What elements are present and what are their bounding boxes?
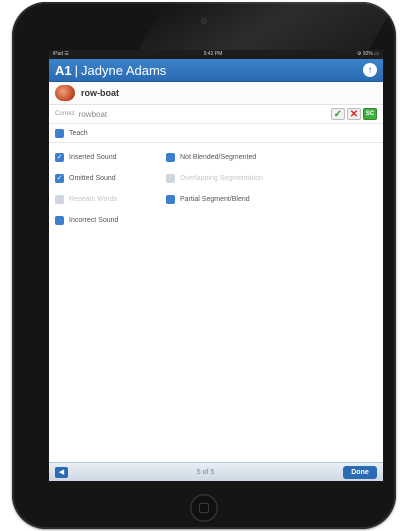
word-row: row-boat [49, 82, 383, 105]
teach-checkbox[interactable] [55, 128, 64, 138]
self-correct-label: SC [365, 111, 375, 117]
not-blended-checkbox[interactable] [166, 153, 175, 162]
error-options: ✓ Inserted Sound Not Blended/Segmented ✓… [49, 143, 383, 231]
correct-label: Correct [55, 111, 75, 117]
page-title: A1 | Jadyne Adams [55, 63, 166, 78]
repeats-words-checkbox [55, 195, 64, 204]
status-time: 5:42 PM [203, 51, 223, 57]
mark-correct-button[interactable]: ✓ [331, 108, 345, 120]
teach-row[interactable]: Teach [49, 124, 383, 143]
correct-response-row: Correct rowboat ✓ ✕ SC [49, 105, 383, 124]
done-label: Done [351, 468, 369, 476]
correct-response-value: rowboat [78, 109, 108, 119]
option-incorrect-sound[interactable]: Incorrect Sound [49, 210, 160, 231]
assessment-code: A1 [55, 62, 72, 78]
page-indicator: 5 of 5 [196, 468, 215, 476]
student-name: Jadyne Adams [81, 62, 167, 78]
option-label: Overlapping Segmentation [180, 175, 263, 182]
option-label: Omitted Sound [69, 175, 116, 182]
option-repeats-words: Repeats Words [49, 189, 160, 210]
upload-button[interactable]: ↑ [363, 63, 377, 77]
done-button[interactable]: Done [342, 465, 377, 479]
incorrect-sound-checkbox[interactable] [55, 216, 64, 225]
self-correct-button[interactable]: SC [363, 108, 377, 120]
score-buttons: ✓ ✕ SC [331, 108, 377, 120]
option-overlapping-segmentation: Overlapping Segmentation [160, 168, 310, 189]
carrier-text: iPad ☰ [53, 51, 69, 57]
option-label: Repeats Words [69, 196, 118, 203]
up-arrow-icon: ↑ [367, 64, 373, 76]
camera-icon [201, 18, 207, 24]
app-screen: iPad ☰ 5:42 PM ⚙ 92% ▭ A1 | Jadyne Adams… [49, 50, 383, 481]
option-partial-segment-blend[interactable]: Partial Segment/Blend [160, 189, 310, 210]
title-separator: | [74, 62, 79, 78]
option-inserted-sound[interactable]: ✓ Inserted Sound [49, 147, 160, 168]
inserted-sound-checkbox[interactable]: ✓ [55, 153, 64, 162]
option-label: Partial Segment/Blend [180, 196, 250, 203]
option-label: Incorrect Sound [69, 217, 119, 224]
bottom-toolbar: ◀ 5 of 5 Done [49, 462, 383, 481]
word-picture [55, 85, 75, 101]
omitted-sound-checkbox[interactable]: ✓ [55, 174, 64, 183]
back-arrow-icon: ◀ [58, 469, 65, 476]
option-omitted-sound[interactable]: ✓ Omitted Sound [49, 168, 160, 189]
home-button[interactable] [190, 494, 218, 522]
mark-incorrect-button[interactable]: ✕ [347, 108, 361, 120]
ipad-frame: iPad ☰ 5:42 PM ⚙ 92% ▭ A1 | Jadyne Adams… [12, 2, 396, 529]
partial-segment-checkbox[interactable] [166, 195, 175, 204]
target-word: row-boat [81, 88, 119, 98]
checkmark-icon: ✓ [333, 108, 343, 120]
option-not-blended-segmented[interactable]: Not Blended/Segmented [160, 147, 310, 168]
option-label: Not Blended/Segmented [180, 154, 257, 161]
app-header: A1 | Jadyne Adams ↑ [49, 59, 383, 82]
x-icon: ✕ [349, 108, 359, 120]
back-button[interactable]: ◀ [55, 466, 68, 478]
battery-status: ⚙ 92% ▭ [356, 51, 379, 57]
option-label: Inserted Sound [69, 154, 117, 161]
status-bar: iPad ☰ 5:42 PM ⚙ 92% ▭ [49, 50, 383, 59]
teach-label: Teach [69, 129, 88, 137]
overlapping-checkbox [166, 174, 175, 183]
